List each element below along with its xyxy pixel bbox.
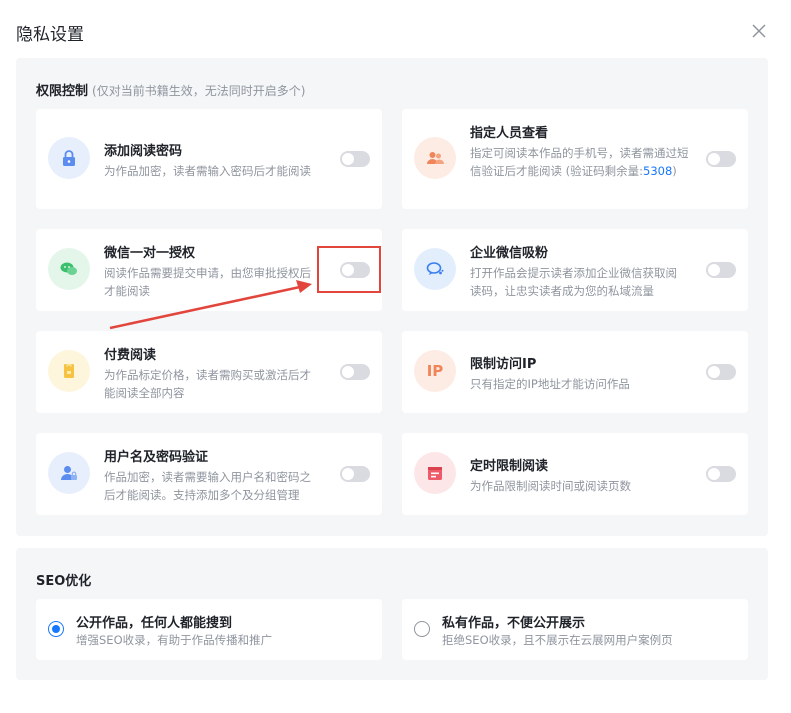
radio-private[interactable] — [414, 621, 430, 637]
paid-reading-icon — [48, 350, 90, 392]
permission-card-paid-reading: 付费阅读 为作品标定价格，读者需购买或激活后才能阅读全部内容 — [36, 331, 382, 413]
seo-section: SEO优化 公开作品，任何人都能搜到 增强SEO收录，有助于作品传播和推广 私有… — [16, 548, 768, 680]
toggle-paid-reading[interactable] — [340, 364, 370, 380]
permission-name: 限制访问IP — [470, 357, 537, 372]
permission-desc: 指定可阅读本作品的手机号，读者需通过短信验证后才能阅读 (验证码剩余量:5308… — [470, 146, 689, 178]
calendar-icon — [414, 452, 456, 494]
permission-name: 添加阅读密码 — [104, 144, 183, 159]
permission-name: 用户名及密码验证 — [104, 450, 209, 465]
toggle-read-password[interactable] — [340, 151, 370, 167]
permission-name: 付费阅读 — [104, 348, 157, 363]
seo-option-private[interactable]: 私有作品，不便公开展示 拒绝SEO收录，且不展示在云展网用户案例页 — [402, 599, 748, 660]
seo-option-name: 公开作品，任何人都能搜到 — [76, 616, 233, 631]
verification-remaining-count: 5308 — [643, 164, 673, 178]
permission-card-designated-viewers: 指定人员查看 指定可阅读本作品的手机号，读者需通过短信验证后才能阅读 (验证码剩… — [402, 109, 748, 209]
dialog-title: 隐私设置 — [16, 25, 84, 45]
ip-icon: IP — [414, 350, 456, 392]
permission-name: 企业微信吸粉 — [470, 246, 549, 261]
permission-desc: 为作品加密，读者需输入密码后才能阅读 — [104, 164, 311, 178]
user-lock-icon — [48, 452, 90, 494]
permission-section-title: 权限控制 (仅对当前书籍生效，无法同时开启多个) — [36, 84, 306, 99]
permission-card-read-password: 添加阅读密码 为作品加密，读者需输入密码后才能阅读 — [36, 109, 382, 209]
toggle-enterprise-wechat[interactable] — [706, 262, 736, 278]
permission-desc: 阅读作品需要提交申请，由您审批授权后才能阅读 — [104, 266, 311, 298]
permission-desc: 作品加密，读者需要输入用户名和密码之后才能阅读。支持添加多个及分组管理 — [104, 470, 311, 502]
seo-option-name: 私有作品，不便公开展示 — [442, 616, 586, 631]
toggle-ip-restriction[interactable] — [706, 364, 736, 380]
permission-desc: 为作品限制阅读时间或阅读页数 — [470, 479, 631, 493]
lock-icon — [48, 137, 90, 179]
permission-name: 定时限制阅读 — [470, 459, 549, 474]
people-icon — [414, 137, 456, 179]
permission-desc: 为作品标定价格，读者需购买或激活后才能阅读全部内容 — [104, 368, 311, 400]
wechat-icon — [48, 248, 90, 290]
toggle-timed-reading[interactable] — [706, 466, 736, 482]
toggle-username-password[interactable] — [340, 466, 370, 482]
permission-control-section: 权限控制 (仅对当前书籍生效，无法同时开启多个) 添加阅读密码 为作品加密，读者需… — [16, 58, 768, 536]
permission-card-timed-reading: 定时限制阅读 为作品限制阅读时间或阅读页数 — [402, 433, 748, 515]
permission-card-enterprise-wechat: 企业微信吸粉 打开作品会提示读者添加企业微信获取阅读码，让忠实读者成为您的私域流… — [402, 229, 748, 311]
seo-option-desc: 增强SEO收录，有助于作品传播和推广 — [76, 633, 273, 647]
seo-section-title: SEO优化 — [36, 574, 92, 589]
permission-desc: 只有指定的IP地址才能访问作品 — [470, 377, 630, 391]
toggle-designated-viewers[interactable] — [706, 151, 736, 167]
permission-card-ip-restriction: IP 限制访问IP 只有指定的IP地址才能访问作品 — [402, 331, 748, 413]
permission-name: 指定人员查看 — [470, 126, 549, 141]
enterprise-wechat-icon — [414, 248, 456, 290]
privacy-settings-dialog: 隐私设置 权限控制 (仅对当前书籍生效，无法同时开启多个) 添加阅读密码 为作品加… — [0, 0, 791, 713]
permission-card-username-password: 用户名及密码验证 作品加密，读者需要输入用户名和密码之后才能阅读。支持添加多个及… — [36, 433, 382, 515]
permission-section-subtitle: (仅对当前书籍生效，无法同时开启多个) — [92, 84, 306, 98]
radio-public[interactable] — [48, 621, 64, 637]
seo-option-public[interactable]: 公开作品，任何人都能搜到 增强SEO收录，有助于作品传播和推广 — [36, 599, 382, 660]
permission-name: 微信一对一授权 — [104, 246, 196, 261]
permission-desc: 打开作品会提示读者添加企业微信获取阅读码，让忠实读者成为您的私域流量 — [470, 266, 677, 298]
annotation-highlight-box — [317, 246, 381, 293]
close-icon[interactable] — [750, 22, 768, 40]
seo-option-desc: 拒绝SEO收录，且不展示在云展网用户案例页 — [442, 633, 673, 647]
